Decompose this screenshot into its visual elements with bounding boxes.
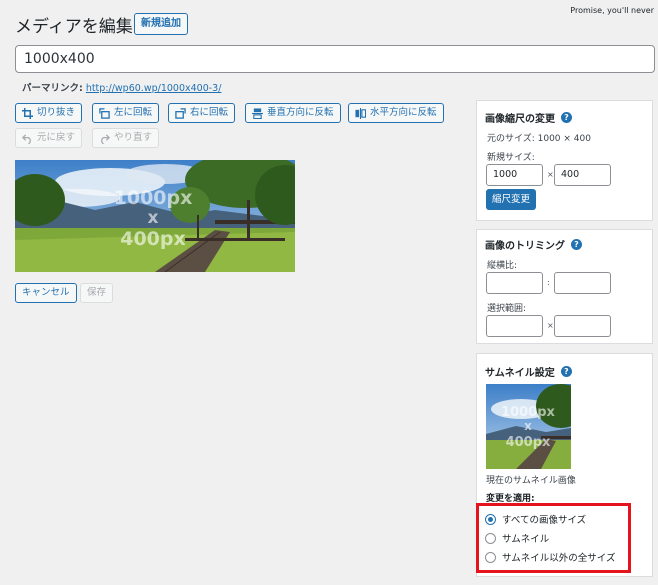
highlight-box [476,503,631,573]
undo-label: 元に戻す [37,132,76,143]
rotate-left-button[interactable]: 左に回転 [92,103,160,123]
scale-separator: × [547,170,554,179]
scale-panel-title: 画像縮尺の変更 ? [485,110,572,125]
crop-icon [22,107,33,119]
help-icon[interactable]: ? [560,366,572,377]
redo-button[interactable]: やり直す [92,128,160,148]
edit-image-preview[interactable]: 1000px x 400px [15,160,295,272]
thumb-overlay-line1: 1000px [501,405,555,420]
scale-image-panel: 画像縮尺の変更 ? 元のサイズ: 1000 × 400 新規サイズ: 1000 … [476,100,653,221]
crop-panel-title: 画像のトリミング ? [485,237,582,252]
aspect-height-input[interactable] [554,272,611,294]
flip-vertical-button[interactable]: 垂直方向に反転 [245,103,341,123]
help-icon[interactable]: ? [561,112,572,123]
help-icon[interactable]: ? [571,239,582,250]
rotate-right-button[interactable]: 右に回転 [168,103,236,123]
thumb-panel-title-text: サムネイル設定 [485,368,555,379]
flip-horizontal-label: 水平方向に反転 [370,107,437,118]
original-size-text: 元のサイズ: 1000 × 400 [487,134,591,144]
top-note: Promise, you'll never [570,6,654,15]
add-new-button[interactable]: 新規追加 [134,13,188,35]
selection-separator: × [547,321,554,330]
redo-icon [101,133,110,144]
flip-vertical-label: 垂直方向に反転 [267,107,334,118]
undo-button[interactable]: 元に戻す [15,128,83,148]
rotate-right-icon [175,107,186,119]
landscape-image: 1000px x 400px [15,160,295,272]
redo-label: やり直す [114,132,153,143]
permalink-label: パーマリンク: [22,83,83,94]
flip-horizontal-button[interactable]: 水平方向に反転 [348,103,444,123]
thumbnail-image: 1000px x 400px [486,384,571,469]
thumb-overlay-line2: x [524,419,532,433]
image-overlay-line2: x [148,208,159,228]
permalink-link[interactable]: http://wp60.wp/1000x400-3/ [86,83,222,94]
selection-width-input[interactable] [486,315,543,337]
scale-panel-title-text: 画像縮尺の変更 [485,114,555,125]
aspect-width-input[interactable] [486,272,543,294]
image-overlay-line3: 400px [120,228,186,250]
flip-horizontal-icon [355,107,366,119]
scale-width-input[interactable]: 1000 [486,164,543,186]
cancel-button[interactable]: キャンセル [15,283,77,303]
scale-button[interactable]: 縮尺変更 [486,189,537,210]
aspect-ratio-label: 縦横比: [487,261,518,271]
current-thumbnail-label: 現在のサムネイル画像 [486,476,576,486]
crop-button[interactable]: 切り抜き [15,103,83,123]
selection-height-input[interactable] [554,315,611,337]
save-button[interactable]: 保存 [80,283,114,303]
page-title: メディアを編集 [15,17,133,37]
new-size-label: 新規サイズ: [487,153,535,163]
rotate-left-label: 左に回転 [114,107,153,118]
thumb-overlay-line3: 400px [506,435,551,450]
rotate-right-label: 右に回転 [190,107,229,118]
thumb-panel-title: サムネイル設定 ? [485,364,572,379]
current-thumbnail: 1000px x 400px [486,384,571,469]
title-input[interactable]: 1000x400 [15,45,655,73]
selection-label: 選択範囲: [487,304,527,314]
rotate-left-icon [99,107,110,119]
aspect-separator: : [547,278,550,287]
flip-vertical-icon [252,107,263,119]
crop-image-panel: 画像のトリミング ? 縦横比: : 選択範囲: × [476,229,653,344]
undo-icon [22,133,31,144]
image-overlay-line1: 1000px [114,187,193,209]
scale-height-input[interactable]: 400 [554,164,611,186]
crop-panel-title-text: 画像のトリミング [485,241,565,252]
permalink: パーマリンク: http://wp60.wp/1000x400-3/ [22,80,221,94]
crop-label: 切り抜き [37,107,76,118]
